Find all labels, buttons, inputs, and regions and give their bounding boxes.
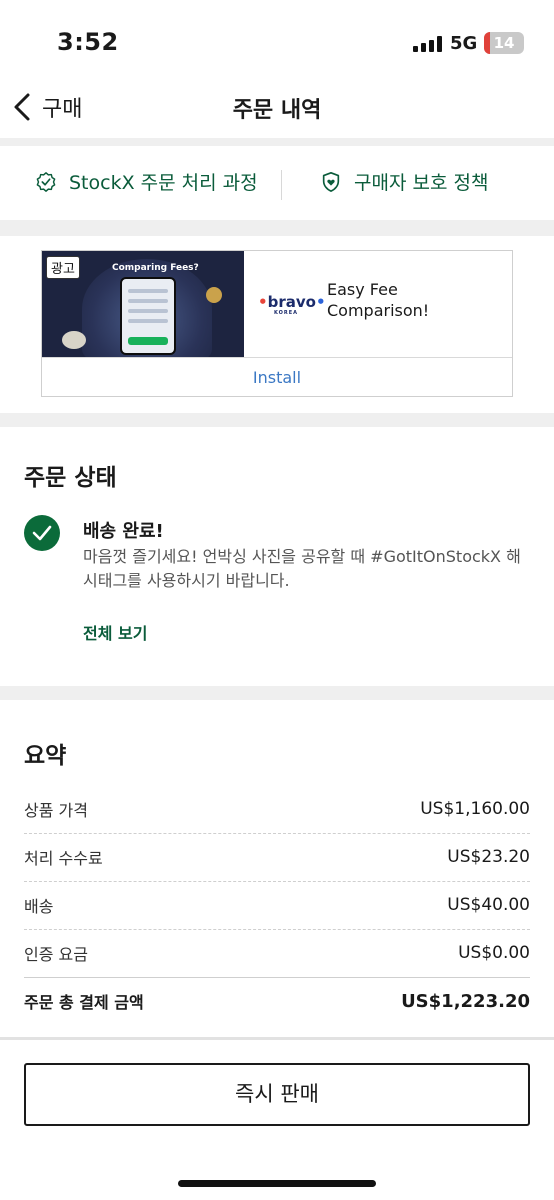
summary-label: 처리 수수료	[24, 849, 103, 868]
status-time: 3:52	[57, 28, 119, 56]
signal-icon	[413, 36, 443, 52]
summary-row-total: 주문 총 결제 금액 US$1,223.20	[24, 977, 530, 1025]
sell-now-button[interactable]: 즉시 판매	[24, 1063, 530, 1126]
summary-label: 인증 요금	[24, 945, 88, 964]
summary-row-shipping: 배송 US$40.00	[24, 881, 530, 929]
summary-value: US$40.00	[447, 895, 530, 915]
battery-icon: 14	[484, 32, 524, 54]
summary-row-processing-fee: 처리 수수료 US$23.20	[24, 833, 530, 881]
ad-content[interactable]: •bravo• KOREA Easy Fee Comparison!	[244, 251, 512, 357]
summary-label: 배송	[24, 897, 54, 916]
ad-tag: 광고	[46, 256, 80, 279]
nav-bar: 구매 주문 내역	[0, 80, 554, 138]
verified-badge-icon	[36, 171, 56, 192]
buyer-protection-label: 구매자 보호 정책	[354, 172, 489, 194]
divider	[0, 220, 554, 236]
order-status-heading: 주문 상태	[24, 465, 117, 491]
divider	[0, 1037, 554, 1040]
order-process-label: StockX 주문 처리 과정	[69, 172, 258, 194]
coin-graphic	[206, 287, 222, 303]
summary-heading: 요약	[24, 743, 67, 769]
link-separator	[281, 170, 282, 200]
order-process-link[interactable]: StockX 주문 처리 과정	[35, 168, 258, 195]
summary-row-authentication-fee: 인증 요금 US$0.00	[24, 929, 530, 977]
status-description: 마음껏 즐기세요! 언박싱 사진을 공유할 때 #GotItOnStockX 해…	[83, 547, 521, 590]
summary-value: US$1,160.00	[420, 799, 530, 819]
info-links: StockX 주문 처리 과정 구매자 보호 정책	[0, 146, 554, 220]
check-circle-icon	[24, 515, 60, 551]
delivery-status: 배송 완료!	[83, 521, 164, 542]
ad-image-caption: Comparing Fees?	[112, 263, 199, 273]
ad-banner[interactable]: Comparing Fees? 광고 •bravo• KOREA Easy Fe…	[41, 250, 513, 397]
summary-value: US$23.20	[447, 847, 530, 867]
shield-heart-icon	[322, 171, 340, 192]
divider	[0, 413, 554, 427]
ad-image[interactable]: Comparing Fees? 광고	[42, 251, 244, 357]
status-bar: 3:52 5G 14	[0, 0, 554, 80]
buyer-protection-link[interactable]: 구매자 보호 정책	[320, 168, 488, 195]
network-label: 5G	[450, 33, 478, 54]
install-button[interactable]: Install	[42, 357, 512, 397]
ad-title: Easy Fee Comparison!	[327, 280, 430, 320]
coin-graphic	[62, 331, 86, 349]
summary-value: US$0.00	[458, 943, 530, 963]
summary-label: 상품 가격	[24, 801, 88, 820]
divider	[0, 138, 554, 146]
summary-row-item-price: 상품 가격 US$1,160.00	[24, 785, 530, 833]
battery-level: 14	[493, 34, 515, 52]
view-all-link[interactable]: 전체 보기	[83, 620, 147, 644]
bravo-logo: •bravo• KOREA	[258, 293, 326, 316]
total-label: 주문 총 결제 금액	[24, 993, 144, 1012]
page-title: 주문 내역	[232, 98, 322, 123]
divider	[0, 686, 554, 700]
phone-illustration	[120, 277, 176, 355]
total-value: US$1,223.20	[401, 990, 530, 1012]
home-indicator	[178, 1180, 376, 1187]
